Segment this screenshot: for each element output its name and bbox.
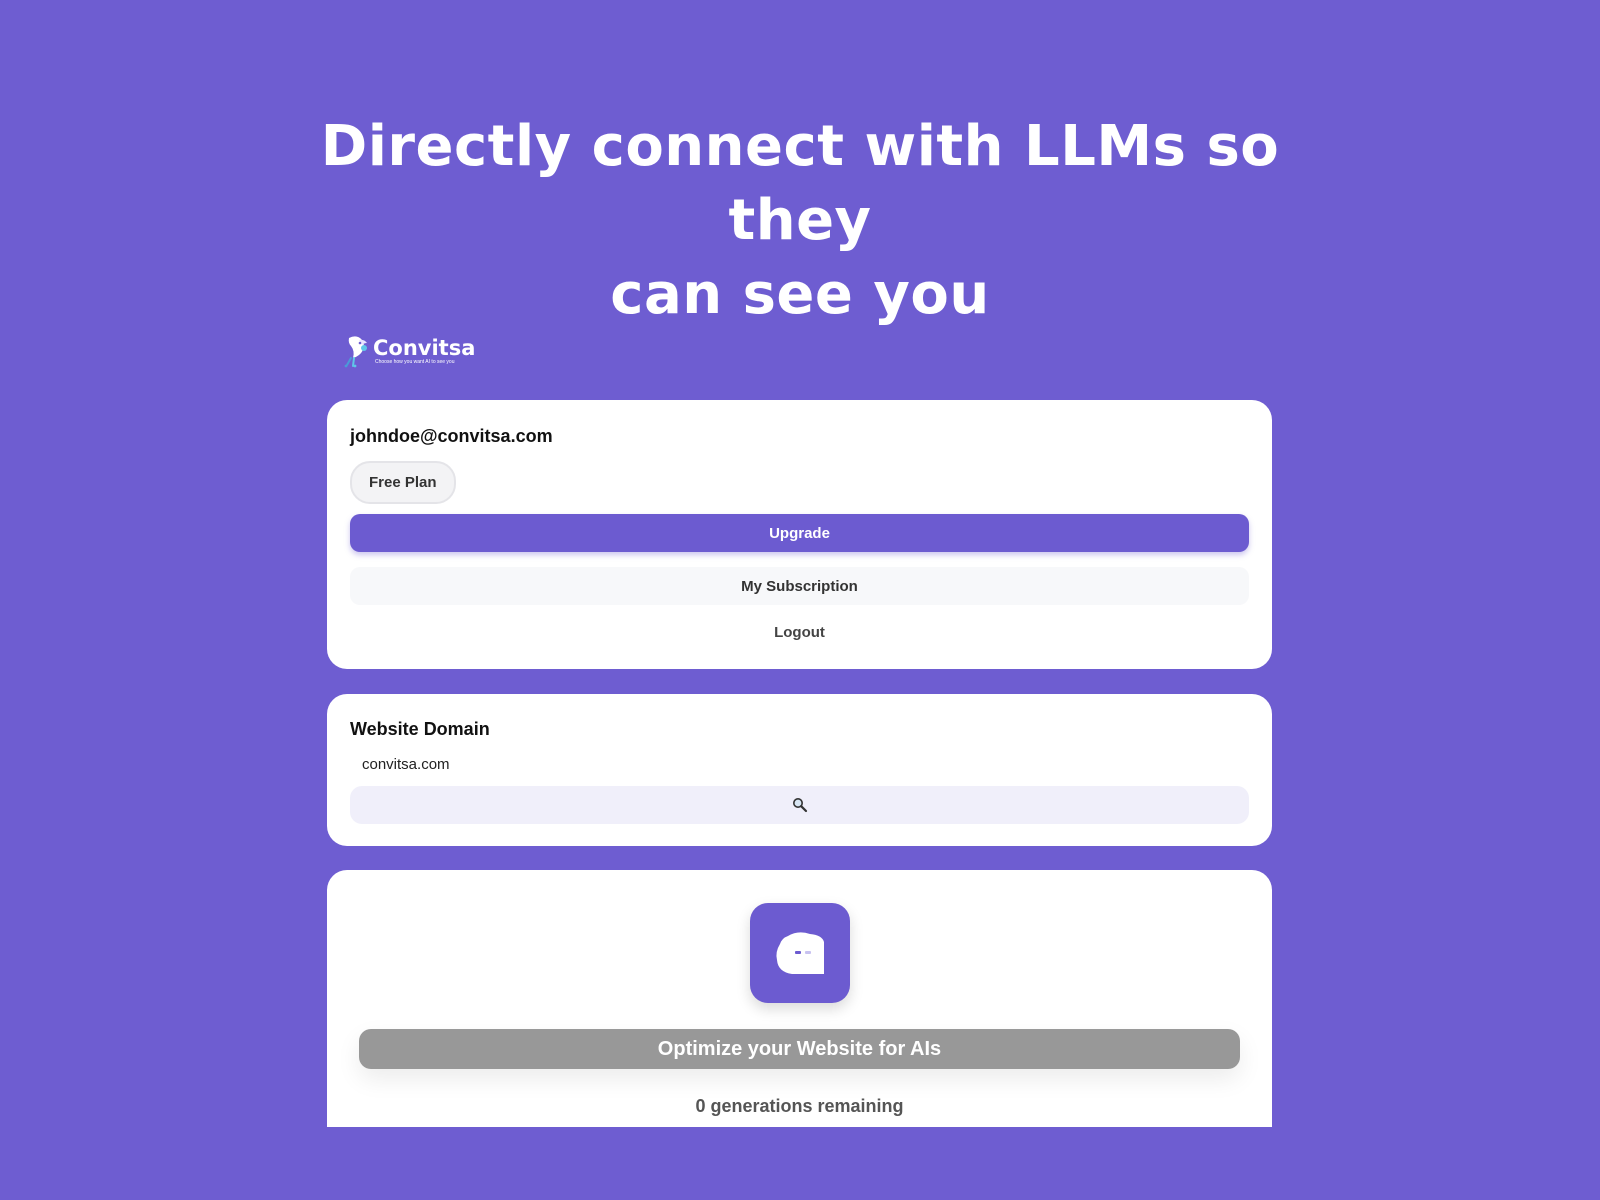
hero-headline-line-1: Directly connect with LLMs so they	[320, 114, 1280, 253]
brand-text: Convitsa Choose how you want AI to see y…	[373, 337, 475, 366]
hero-headline-line-2: can see you	[610, 262, 990, 327]
my-subscription-button[interactable]: My Subscription	[350, 567, 1249, 605]
brand-tagline: Choose how you want AI to see you	[375, 358, 455, 365]
brand-name: Convitsa	[373, 335, 476, 360]
website-domain-label: Website Domain	[350, 719, 490, 739]
domain-search-button[interactable]	[350, 786, 1249, 824]
hero-headline: Directly connect with LLMs so they can s…	[300, 110, 1300, 332]
brand-logo: Convitsa Choose how you want AI to see y…	[343, 334, 475, 368]
page: Directly connect with LLMs so they can s…	[0, 0, 1600, 1200]
app-icon	[749, 903, 850, 1003]
upgrade-button[interactable]: Upgrade	[350, 514, 1249, 552]
plan-badge: Free Plan	[350, 461, 456, 504]
website-domain-input[interactable]	[350, 750, 1249, 778]
account-email: johndoe@convitsa.com	[350, 426, 553, 446]
chat-bubble-icon	[775, 932, 824, 974]
logout-button[interactable]: Logout	[350, 615, 1249, 649]
parrot-logo-icon	[344, 336, 367, 368]
account-card: johndoe@convitsa.com Free Plan Upgrade M…	[327, 400, 1272, 669]
magnifier-icon	[792, 798, 807, 813]
domain-card: Website Domain	[327, 694, 1272, 846]
optimize-website-button[interactable]: Optimize your Website for AIs	[359, 1029, 1240, 1069]
optimize-card: Optimize your Website for AIs 0 generati…	[327, 870, 1272, 1127]
generations-remaining-text: 0 generations remaining	[695, 1096, 904, 1116]
